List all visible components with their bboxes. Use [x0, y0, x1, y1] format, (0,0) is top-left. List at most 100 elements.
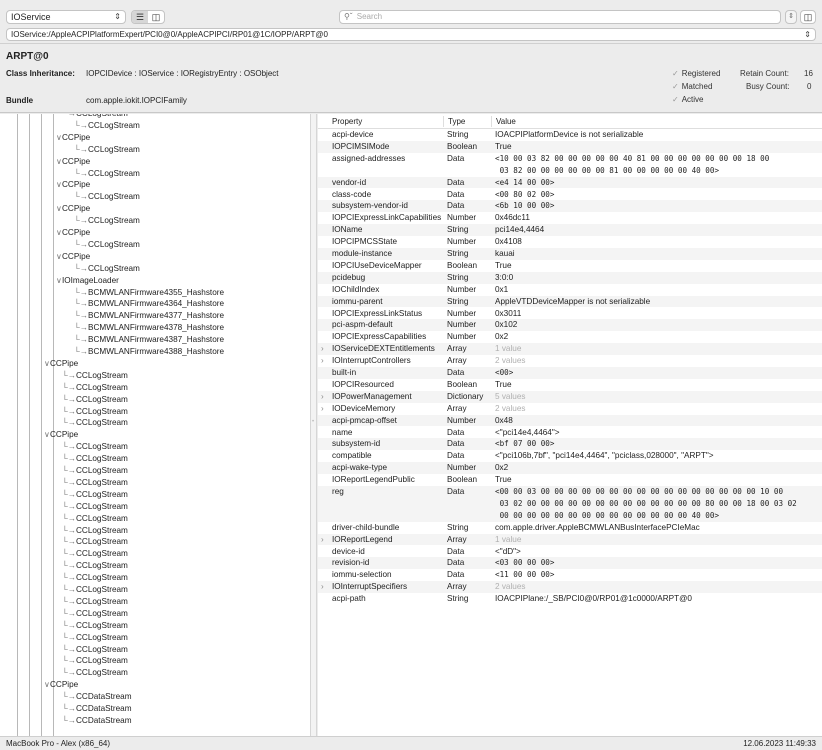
tree-node[interactable]: └→ CCLogStream [62, 453, 128, 465]
tree-node[interactable]: └→ CCLogStream [62, 417, 128, 429]
table-row[interactable]: subsystem-vendor-id Data <6b 10 00 00> [318, 200, 822, 213]
tree-node[interactable]: └→ CCLogStream [62, 406, 128, 418]
tree-node[interactable]: └→ CCLogStream [62, 441, 128, 453]
disclosure-closed-icon[interactable]: › [321, 391, 324, 403]
tree-node[interactable]: └→ CCLogStream [62, 644, 128, 656]
tree-node[interactable]: ∨ CCPipe [56, 132, 90, 144]
disclosure-closed-icon[interactable]: › [321, 534, 324, 546]
tree-node[interactable]: └→ CCLogStream [74, 263, 140, 275]
tree-node[interactable]: └→ BCMWLANFirmware4378_Hashstore [74, 322, 224, 334]
tree-node[interactable]: └→ CCLogStream [62, 608, 128, 620]
table-row[interactable]: acpi-device String IOACPIPlatformDevice is… [318, 129, 822, 141]
search-stepper[interactable]: ⇕ [785, 10, 797, 24]
column-view-icon[interactable]: ◫ [148, 11, 164, 23]
tree-node[interactable]: └→ CCLogStream [62, 465, 128, 477]
tree-node[interactable]: ∨ CCPipe [56, 156, 90, 168]
table-row[interactable]: module-instance String kauai [318, 248, 822, 260]
table-row[interactable]: vendor-id Data <e4 14 00 00> [318, 176, 822, 189]
tree-node[interactable]: └→ CCLogStream [74, 215, 140, 227]
column-header-value[interactable]: Value [496, 117, 516, 126]
table-row[interactable]: › IOInterruptSpecifiers Array 2 values [318, 581, 822, 594]
table-row[interactable]: subsystem-id Data <bf 07 00 00> [318, 438, 822, 451]
tree-node[interactable]: └→ CCLogStream [62, 536, 128, 548]
tree-node[interactable]: └→ CCDataStream [62, 703, 132, 715]
table-row[interactable]: › IODeviceMemory Array 2 values [318, 403, 822, 415]
tree-node[interactable]: └→ CCLogStream [62, 382, 128, 394]
table-row[interactable]: IOPCIExpressLinkStatus Number 0x3011 [318, 308, 822, 320]
tree-node[interactable]: └→ BCMWLANFirmware4364_Hashstore [74, 298, 224, 310]
tree-node[interactable]: └→ CCLogStream [62, 584, 128, 596]
table-row[interactable]: › IOInterruptControllers Array 2 values [318, 355, 822, 367]
table-row[interactable]: IOPCIMSIMode Boolean True [318, 140, 822, 153]
table-row[interactable]: pcidebug String 3:0:0 [318, 271, 822, 284]
tree-node[interactable]: ∨ IOImageLoader [56, 275, 119, 287]
tree-node[interactable]: ∨ CCPipe [56, 179, 90, 191]
registry-tree[interactable]: └→ CCLogStream└→ CCLogStream∨ CCPipe└→ C… [0, 114, 311, 736]
table-row[interactable]: name Data <"pci14e4,4464"> [318, 427, 822, 439]
tree-node[interactable]: ∨ CCPipe [44, 429, 78, 441]
table-row[interactable]: IOPCIExpressLinkCapabilities Number 0x46dc… [318, 212, 822, 224]
path-select[interactable]: IOService:/AppleACPIPlatformExpert/PCI0@… [6, 28, 816, 41]
tree-node[interactable]: └→ BCMWLANFirmware4387_Hashstore [74, 334, 224, 346]
tree-node[interactable]: └→ CCLogStream [62, 655, 128, 667]
table-row[interactable]: acpi-pmcap-offset Number 0x48 [318, 414, 822, 427]
tree-node[interactable]: ∨ CCPipe [56, 227, 90, 239]
tree-node[interactable]: ∨ CCPipe [56, 251, 90, 263]
tree-node[interactable]: └→ CCLogStream [62, 596, 128, 608]
table-row[interactable]: › IOReportLegend Array 1 value [318, 533, 822, 546]
disclosure-closed-icon[interactable]: › [321, 403, 324, 415]
tree-node[interactable]: └→ CCLogStream [62, 489, 128, 501]
tree-node[interactable]: └→ CCLogStream [62, 370, 128, 382]
tree-node[interactable]: ∨ CCPipe [44, 679, 78, 691]
tree-node[interactable]: └→ CCDataStream [62, 691, 132, 703]
tree-node[interactable]: └→ CCLogStream [62, 560, 128, 572]
table-row[interactable]: IOPCIExpressCapabilities Number 0x2 [318, 331, 822, 343]
table-row[interactable]: device-id Data <"dD"> [318, 546, 822, 558]
sidebar-toggle-icon[interactable]: ◫ [800, 10, 816, 24]
tree-node[interactable]: └→ CCLogStream [62, 632, 128, 644]
tree-node[interactable]: └→ CCLogStream [74, 239, 140, 251]
table-row[interactable]: IOPCIUseDeviceMapper Boolean True [318, 260, 822, 272]
disclosure-closed-icon[interactable]: › [321, 581, 324, 593]
tree-node[interactable]: └→ CCLogStream [74, 120, 140, 132]
tree-node[interactable]: └→ CCLogStream [62, 548, 128, 560]
search-input[interactable]: ⚲ˇ Search [339, 10, 781, 24]
column-header-type[interactable]: Type [448, 117, 465, 126]
table-row[interactable]: acpi-wake-type Number 0x2 [318, 462, 822, 475]
tree-node[interactable]: └→ CCLogStream [62, 572, 128, 584]
plane-select[interactable]: IOService ⇕ [6, 10, 126, 24]
column-header-property[interactable]: Property [332, 117, 362, 126]
table-row[interactable]: reg Data <00 00 03 00 00 00 00 00 00 00 00… [318, 486, 822, 522]
tree-node[interactable]: └→ CCLogStream [62, 620, 128, 632]
disclosure-closed-icon[interactable]: › [321, 355, 324, 367]
table-row[interactable]: IOChildIndex Number 0x1 [318, 284, 822, 296]
tree-node[interactable]: ∨ CCPipe [44, 358, 78, 370]
list-view-icon[interactable]: ☰ [132, 11, 148, 23]
table-row[interactable]: pci-aspm-default Number 0x102 [318, 319, 822, 332]
tree-node[interactable]: ∨ CCPipe [56, 203, 90, 215]
tree-node[interactable]: └→ CCLogStream [74, 144, 140, 156]
table-row[interactable]: IOName String pci14e4,4464 [318, 224, 822, 237]
table-row[interactable]: built-in Data <00> [318, 367, 822, 379]
tree-node[interactable]: └→ BCMWLANFirmware4355_Hashstore [74, 287, 224, 299]
table-row[interactable]: IOPCIResourced Boolean True [318, 379, 822, 391]
table-row[interactable]: iommu-selection Data <11 00 00 00> [318, 569, 822, 581]
table-row[interactable]: IOPCIPMCSState Number 0x4108 [318, 236, 822, 248]
tree-node[interactable]: └→ CCLogStream [62, 394, 128, 406]
tree-node[interactable]: └→ CCLogStream [74, 168, 140, 180]
table-row[interactable]: revision-id Data <03 00 00 00> [318, 557, 822, 570]
tree-node[interactable]: └→ CCDataStream [62, 715, 132, 727]
tree-node[interactable]: └→ BCMWLANFirmware4377_Hashstore [74, 310, 224, 322]
table-row[interactable]: acpi-path String IOACPIPlane:/_SB/PCI0@0/R… [318, 593, 822, 605]
tree-node[interactable]: └→ CCLogStream [62, 501, 128, 513]
table-row[interactable]: driver-child-bundle String com.apple.drive… [318, 522, 822, 534]
tree-node[interactable]: └→ CCLogStream [62, 477, 128, 489]
table-row[interactable]: › IOPowerManagement Dictionary 5 values [318, 390, 822, 403]
split-view-divider[interactable]: • [311, 114, 317, 736]
tree-node[interactable]: └→ CCLogStream [62, 667, 128, 679]
table-row[interactable]: assigned-addresses Data <10 00 03 82 00 00… [318, 153, 822, 177]
table-row[interactable]: iommu-parent String AppleVTDDeviceMapper i… [318, 295, 822, 308]
table-row[interactable]: › IOServiceDEXTEntitlements Array 1 value [318, 343, 822, 356]
tree-node[interactable]: └→ BCMWLANFirmware4388_Hashstore [74, 346, 224, 358]
table-row[interactable]: class-code Data <00 80 02 00> [318, 189, 822, 201]
